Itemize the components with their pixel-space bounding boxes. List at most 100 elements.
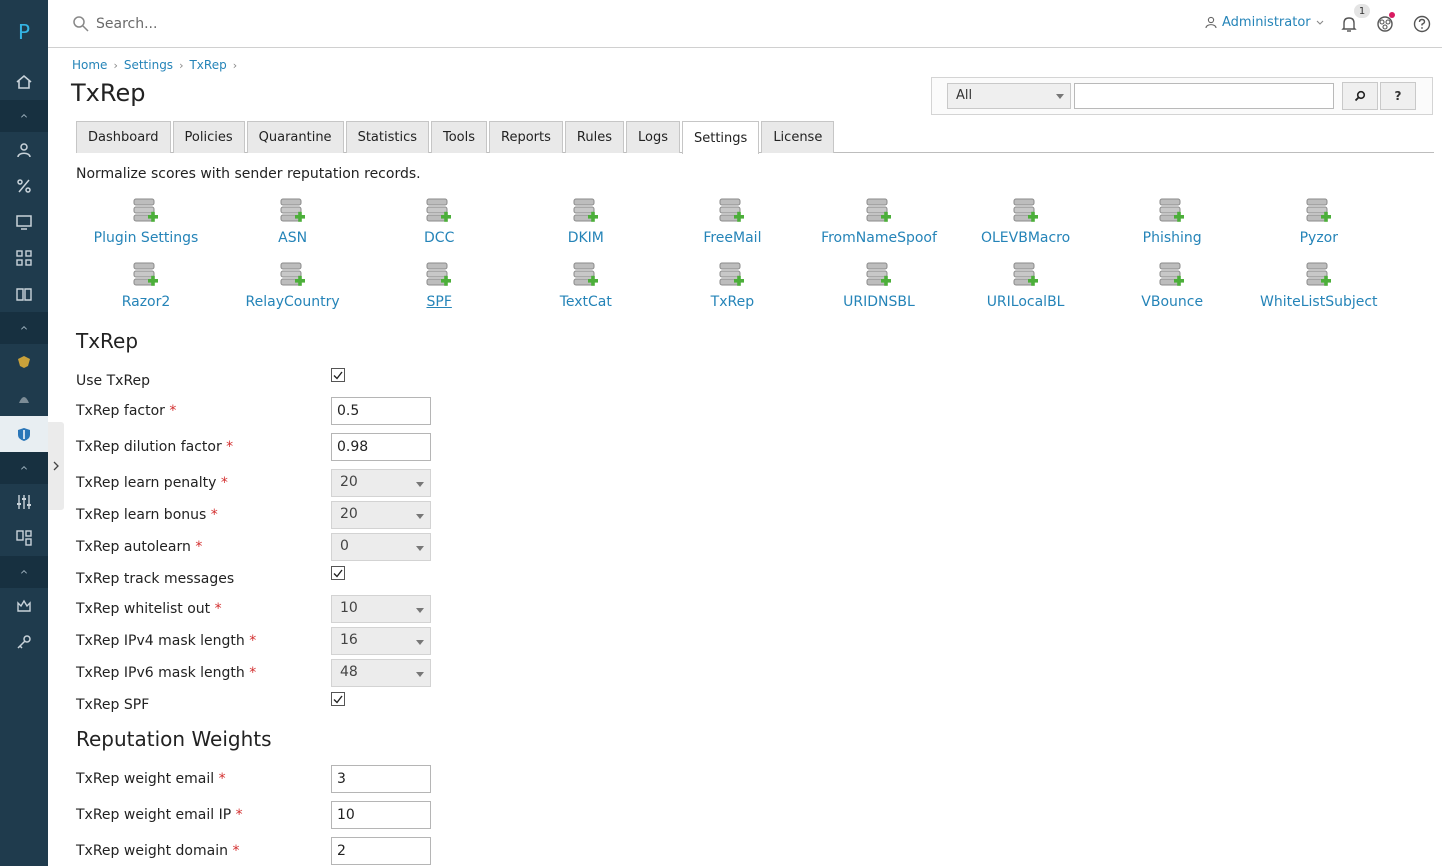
required-marker: * [235,807,243,823]
tab-policies[interactable]: Policies [172,121,245,153]
use-txrep-row: Use TxRep [76,367,496,395]
plugin-link[interactable]: URILocalBL [953,261,1099,310]
tab-license[interactable]: License [761,121,835,153]
user-icon[interactable] [0,132,48,168]
plugin-link[interactable]: Plugin Settings [73,197,219,246]
reputation-weights-heading: Reputation Weights [76,727,272,751]
tab-reports[interactable]: Reports [489,121,563,153]
plugin-link[interactable]: URIDNSBL [806,261,952,310]
use-txrep-checkbox[interactable] [331,368,345,382]
plugin-link[interactable]: FromNameSpoof [806,197,952,246]
plugin-label: VBounce [1141,294,1204,310]
required-marker: * [249,665,257,681]
plugin-link[interactable]: Phishing [1099,197,1245,246]
key-icon[interactable] [0,624,48,660]
tab-dashboard[interactable]: Dashboard [76,121,171,153]
txrep-learn-penalty-label: TxRep learn penalty [76,475,217,491]
txrep-factor-row: TxRep factor * [76,397,496,425]
global-search-input[interactable] [94,13,494,35]
antispam-shield-icon[interactable] [0,416,48,452]
txrep-whitelist-out-label: TxRep whitelist out [76,601,211,617]
alert-dot [1389,12,1395,18]
plugin-link[interactable]: OLEVBMacro [953,197,1099,246]
collapse-chevron-icon[interactable] [0,100,48,132]
dropdown-arrow-icon [416,640,424,645]
database-add-icon [133,198,158,222]
user-menu[interactable]: Administrator [1205,15,1324,30]
database-add-icon [866,198,891,222]
search-scope-select[interactable]: All [947,83,1071,109]
plugin-link[interactable]: RelayCountry [220,261,366,310]
apps-grid-icon[interactable] [0,240,48,276]
book-icon[interactable] [0,276,48,312]
txrep-learn-bonus-select[interactable]: 20 [331,501,431,529]
txrep-learn-bonus-row: TxRep learn bonus * 20 [76,501,496,529]
txrep-learn-penalty-select[interactable]: 20 [331,469,431,497]
module-search-input[interactable] [1074,83,1334,109]
txrep-factor-input[interactable] [331,397,431,425]
txrep-learn-bonus-value: 20 [340,506,358,522]
plugin-link[interactable]: FreeMail [659,197,805,246]
tab-logs[interactable]: Logs [625,121,680,153]
tab-settings[interactable]: Settings [681,121,760,154]
plugin-link[interactable]: DKIM [513,197,659,246]
dashboard-layout-icon[interactable] [0,520,48,556]
plugin-link[interactable]: SPF [366,261,512,310]
weight-email-input[interactable] [331,765,431,793]
weight-domain-input[interactable] [331,837,431,865]
tab-tools[interactable]: Tools [431,121,488,153]
monitor-icon[interactable] [0,204,48,240]
plugin-label: SPF [426,294,452,310]
collapse-chevron-icon[interactable] [0,312,48,344]
txrep-ipv6-mask-select[interactable]: 48 [331,659,431,687]
required-marker: * [220,475,228,491]
tab-quarantine[interactable]: Quarantine [246,121,344,153]
txrep-autolearn-row: TxRep autolearn * 0 [76,533,496,561]
txrep-whitelist-out-select[interactable]: 10 [331,595,431,623]
database-add-icon [1013,262,1038,286]
breadcrumb-settings[interactable]: Settings [124,58,173,72]
breadcrumb-separator-icon: › [232,58,238,72]
plugin-link[interactable]: TxRep [659,261,805,310]
dropdown-arrow-icon [416,514,424,519]
notifications-bell-icon[interactable] [1339,14,1359,34]
breadcrumb-home[interactable]: Home [72,58,107,72]
txrep-track-messages-row: TxRep track messages [76,565,496,593]
shield-icon[interactable] [0,344,48,380]
collapse-chevron-icon[interactable] [0,452,48,484]
plugin-link[interactable]: Razor2 [73,261,219,310]
collapse-chevron-icon[interactable] [0,556,48,588]
sliders-icon[interactable] [0,484,48,520]
plugin-link[interactable]: DCC [366,197,512,246]
breadcrumb-txrep[interactable]: TxRep [189,58,226,72]
plugin-link[interactable]: VBounce [1099,261,1245,310]
weight-email-ip-input[interactable] [331,801,431,829]
user-icon [1205,16,1217,29]
txrep-ipv4-mask-select[interactable]: 16 [331,627,431,655]
crown-icon[interactable] [0,588,48,624]
database-add-icon [573,198,598,222]
plugin-label: FromNameSpoof [821,230,937,246]
txrep-autolearn-select[interactable]: 0 [331,533,431,561]
plugin-link[interactable]: TextCat [513,261,659,310]
search-icon [1354,90,1366,102]
help-icon[interactable] [1412,14,1432,34]
txrep-spf-checkbox[interactable] [331,692,345,706]
spam-bug-icon[interactable] [0,380,48,416]
txrep-whitelist-out-value: 10 [340,600,358,616]
home-icon[interactable] [0,64,48,100]
plugin-link[interactable]: Pyzor [1246,197,1392,246]
txrep-dilution-input[interactable] [331,433,431,461]
search-help-button[interactable]: ? [1380,82,1416,110]
tab-statistics[interactable]: Statistics [345,121,429,153]
plugin-link[interactable]: WhiteListSubject [1246,261,1392,310]
txrep-ipv4-mask-row: TxRep IPv4 mask length * 16 [76,627,496,655]
database-add-icon [280,262,305,286]
app-logo[interactable]: P [0,0,48,64]
percent-icon[interactable] [0,168,48,204]
txrep-track-messages-checkbox[interactable] [331,566,345,580]
weight-email-ip-label: TxRep weight email IP [76,807,232,823]
tab-rules[interactable]: Rules [564,121,624,153]
plugin-link[interactable]: ASN [220,197,366,246]
search-button[interactable] [1342,82,1378,110]
